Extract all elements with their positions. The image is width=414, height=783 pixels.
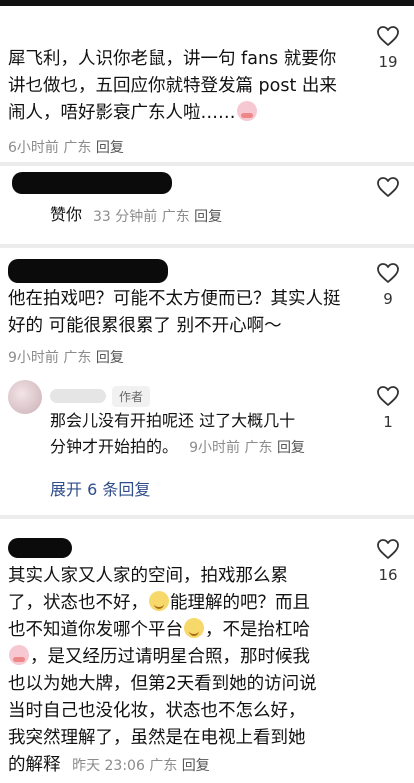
expand-replies-link[interactable]: 展开 6 条回复 xyxy=(50,476,150,500)
comment-5-like-count: 16 xyxy=(378,566,398,584)
redacted-username xyxy=(8,259,168,283)
heart-icon xyxy=(377,26,399,46)
redacted-author-name xyxy=(50,389,106,403)
comment-5-reply-button[interactable]: 回复 xyxy=(182,758,210,774)
comment-5-line-2: 了，状态也不好， 能理解的吧？而且 xyxy=(8,590,358,617)
comment-5-line-8-text: 的解释 xyxy=(8,755,61,775)
comment-4-location: 广东 xyxy=(244,440,273,456)
comment-3-meta: 9小时前 广东 回复 xyxy=(8,347,124,367)
heart-icon xyxy=(377,263,399,283)
comment-5-time: 昨天 23:06 xyxy=(72,758,145,774)
comment-3-time: 9小时前 xyxy=(8,350,59,366)
comment-3-text: 他在拍戏吧？可能不太方便而已？其实人挺好的 可能很累很累了 别不开心啊～ xyxy=(8,289,341,336)
comment-5-line-3: 也不知道你发哪个平台 ，不是抬杠哈 xyxy=(8,617,358,644)
heart-icon xyxy=(377,539,399,559)
comment-divider xyxy=(0,162,414,166)
comment-4-reply-button[interactable]: 回复 xyxy=(277,440,305,456)
comment-4-line-1: 那会儿没有开拍呢还 过了大概几十 xyxy=(50,411,296,430)
comment-1-like-button[interactable]: 19 xyxy=(368,25,408,71)
comment-4-time: 9小时前 xyxy=(189,440,241,456)
author-avatar[interactable] xyxy=(8,380,42,414)
comment-2-text: 赞你 xyxy=(50,205,83,224)
comment-3-like-button[interactable]: 9 xyxy=(368,262,408,308)
comment-5-line-3b: ，不是抬杠哈 xyxy=(205,620,310,640)
comment-5-line-7: 我突然理解了，虽然是在电视上看到她 xyxy=(8,728,306,748)
comment-5-line-2b: 能理解的吧？而且 xyxy=(170,593,310,613)
comment-1-time: 6小时前 xyxy=(8,140,59,156)
comment-5-like-button[interactable]: 16 xyxy=(368,538,408,584)
comment-2-time: 33 分钟前 xyxy=(93,209,158,225)
comment-4-meta: 9小时前 广东 回复 xyxy=(189,440,305,456)
comment-3-location: 广东 xyxy=(63,350,92,366)
comment-4-like-count: 1 xyxy=(383,413,393,431)
top-bar xyxy=(0,0,414,6)
comment-4-like-button[interactable]: 1 xyxy=(368,385,408,431)
comment-2-meta: 33 分钟前 广东 回复 xyxy=(93,206,222,226)
comment-1-like-count: 19 xyxy=(378,53,398,71)
comment-4-line-2: 分钟才开始拍的。 9小时前 广东 回复 xyxy=(50,434,350,461)
comment-5-line-2a: 了，状态也不好， xyxy=(8,593,148,613)
comment-3-like-count: 9 xyxy=(383,290,393,308)
comment-5-line-4-text: ，是又经历过请明星合照，那时候我 xyxy=(30,647,310,667)
comment-divider xyxy=(0,515,414,519)
comment-2-like-button[interactable] xyxy=(368,176,408,198)
comment-1-reply-button[interactable]: 回复 xyxy=(96,140,124,156)
author-badge: 作者 xyxy=(112,386,151,407)
comment-1-location: 广东 xyxy=(63,140,92,156)
comment-5-line-1: 其实人家又人家的空间，拍戏那么累 xyxy=(8,566,288,586)
comment-2-reply-button[interactable]: 回复 xyxy=(194,209,222,225)
redacted-username xyxy=(8,538,72,558)
heart-icon xyxy=(377,177,399,197)
comment-4-line-2-text: 分钟才开始拍的。 xyxy=(50,437,179,456)
heart-icon xyxy=(377,386,399,406)
comment-2-location: 广东 xyxy=(161,209,190,225)
redacted-username xyxy=(12,172,172,194)
comment-5-line-8: 的解释 昨天 23:06 广东 回复 xyxy=(8,752,358,780)
comment-5-meta: 昨天 23:06 广东 回复 xyxy=(72,758,210,774)
crying-face-icon xyxy=(236,101,257,121)
comment-5-location: 广东 xyxy=(149,758,178,774)
comment-5-line-3a: 也不知道你发哪个平台 xyxy=(8,620,183,640)
comment-5-text: 其实人家又人家的空间，拍戏那么累 了，状态也不好， 能理解的吧？而且 也不知道你发… xyxy=(8,563,358,780)
smiling-face-icon xyxy=(184,618,204,638)
comment-3-reply-button[interactable]: 回复 xyxy=(96,350,124,366)
comment-5-line-6: 当时自己也没化妆，状态也不怎么好， xyxy=(8,701,306,721)
comment-4-text: 那会儿没有开拍呢还 过了大概几十 分钟才开始拍的。 9小时前 广东 回复 xyxy=(50,408,350,461)
comment-1-text: 犀飞利，人识你老鼠，讲一句 fans 就要你讲乜做乜，五回应你就特登发篇 pos… xyxy=(8,49,337,123)
comment-5-line-5: 也以为她大牌，但第2天看到她的访问说 xyxy=(8,674,317,694)
smiling-face-icon xyxy=(149,591,169,611)
crying-face-icon xyxy=(9,645,29,665)
comment-5-line-4: ，是又经历过请明星合照，那时候我 xyxy=(8,644,358,671)
comment-1-meta: 6小时前 广东 回复 xyxy=(8,137,124,157)
comment-divider xyxy=(0,244,414,248)
